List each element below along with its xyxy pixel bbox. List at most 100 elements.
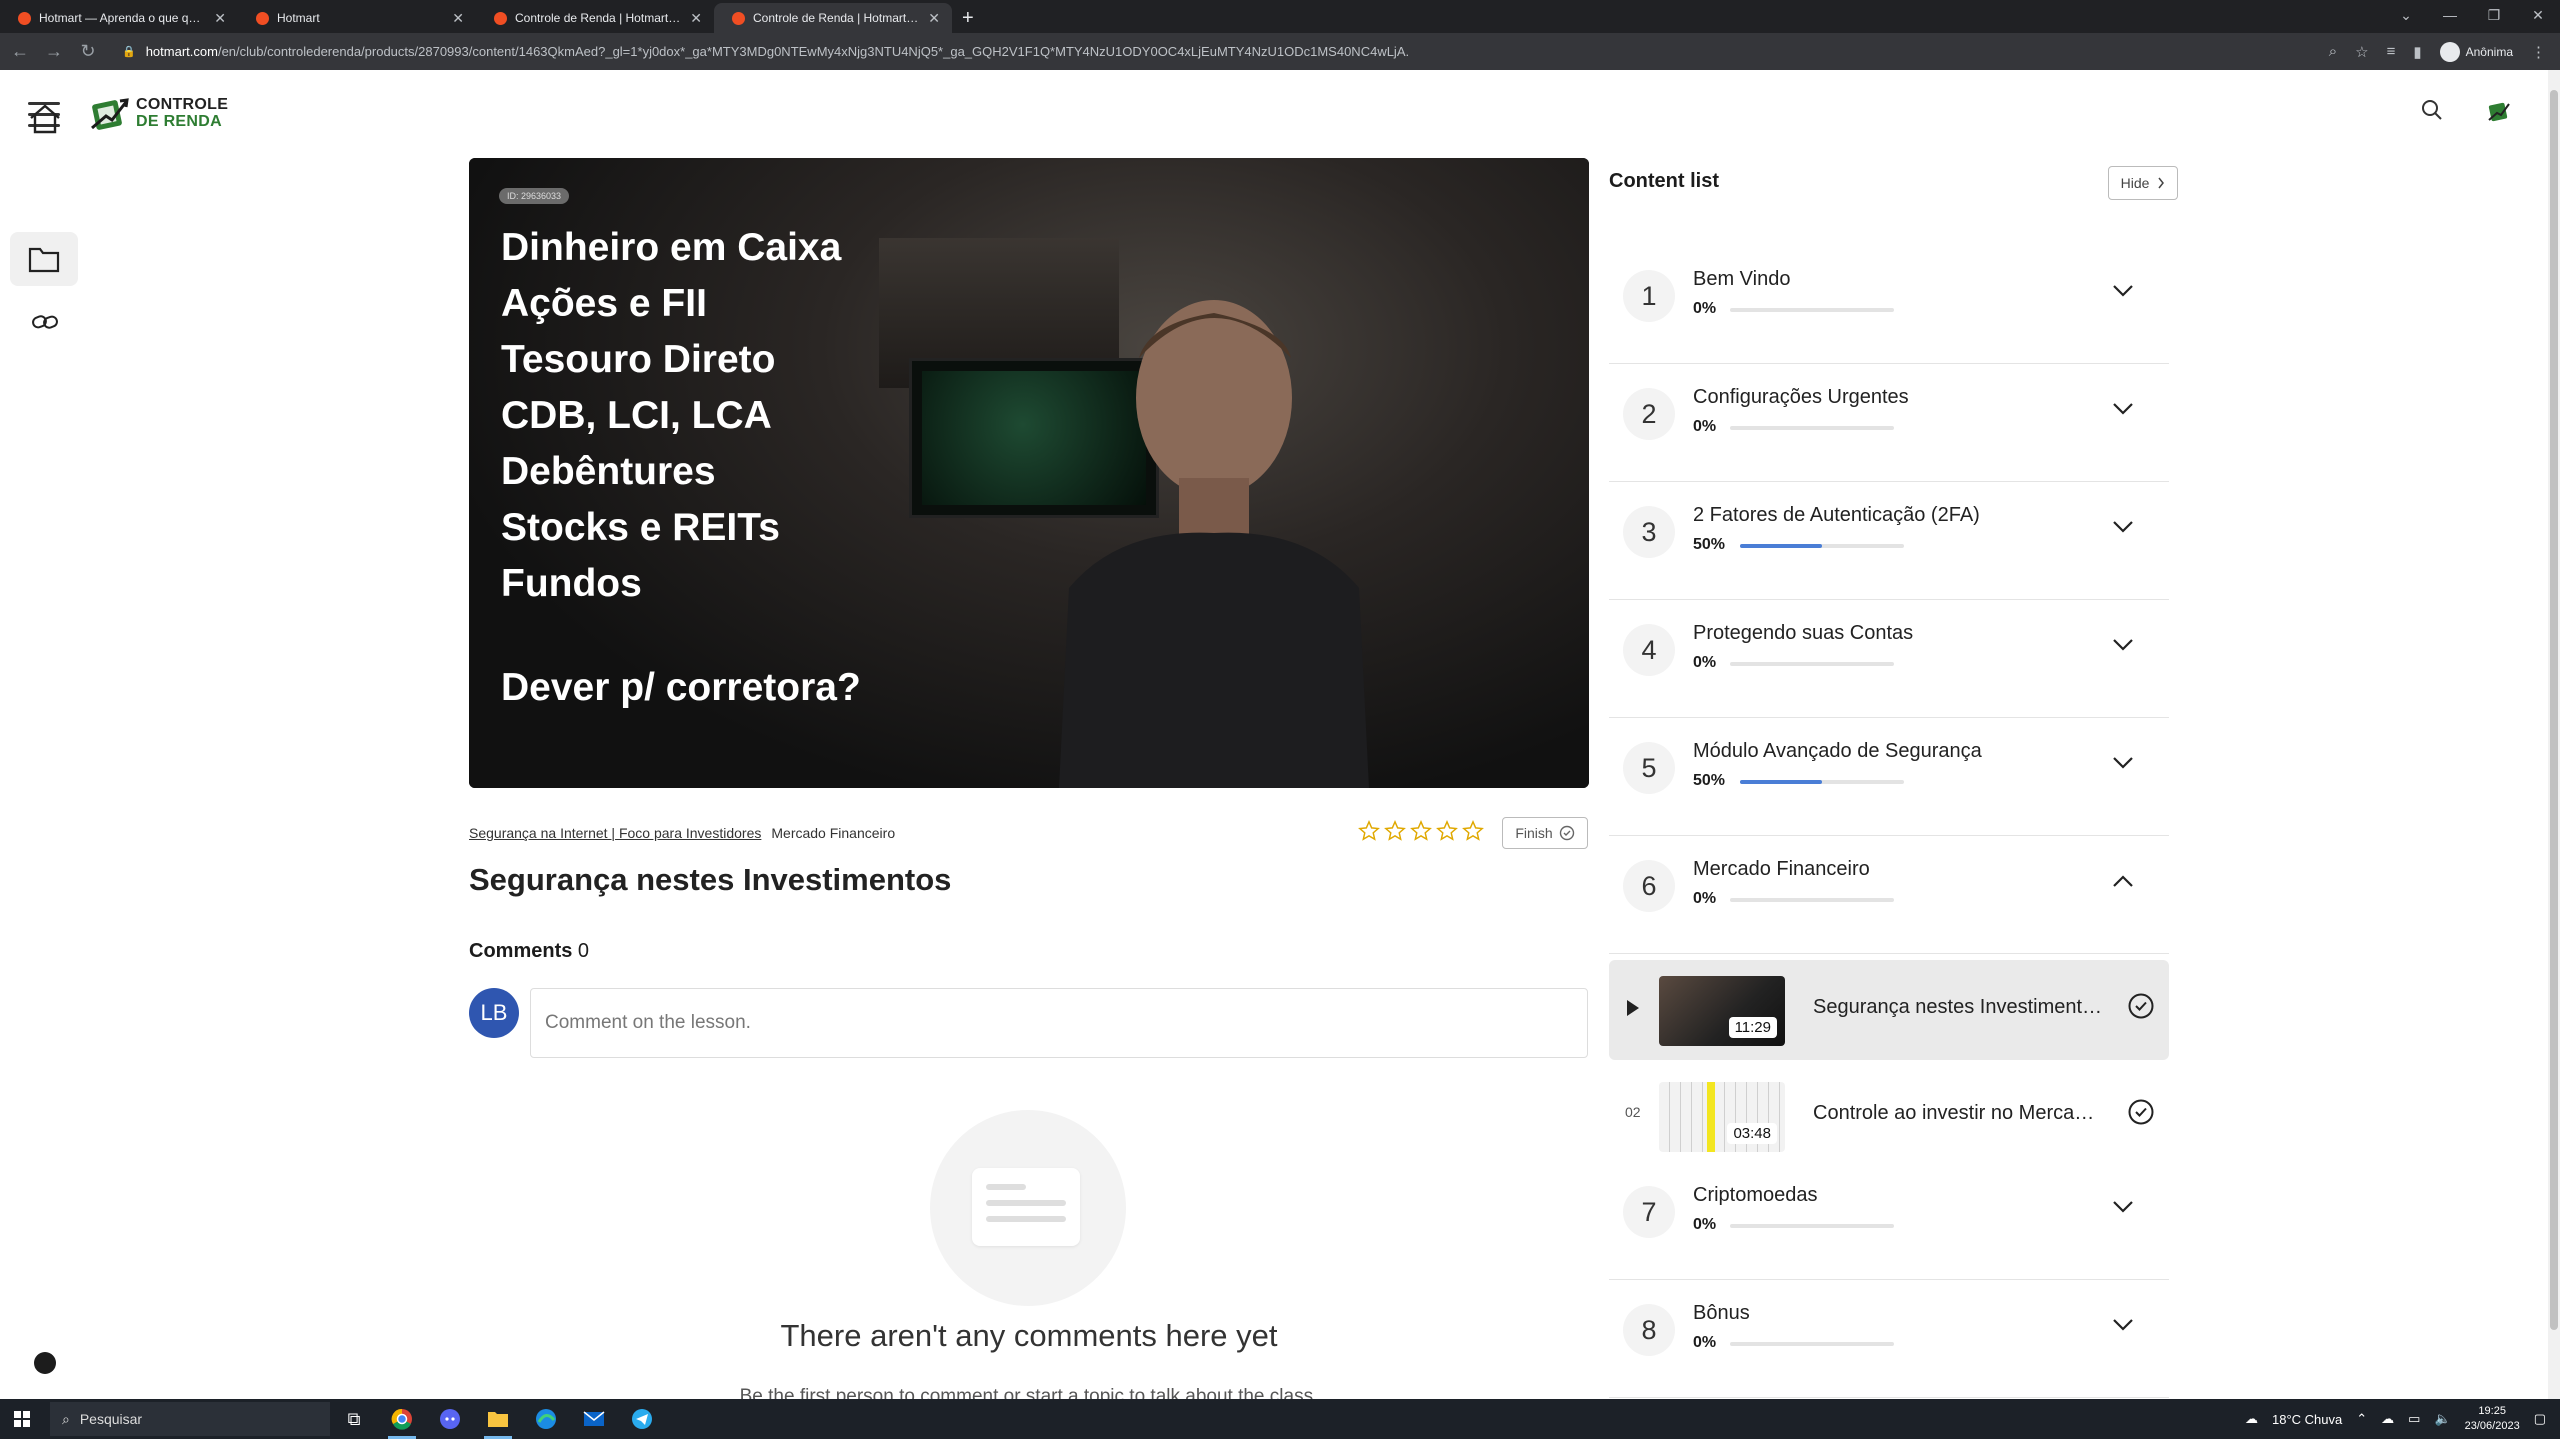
mail-app-icon[interactable] xyxy=(570,1399,618,1439)
restore-icon[interactable]: ❐ xyxy=(2472,0,2516,30)
more-menu-icon[interactable]: ⋮ xyxy=(2531,43,2546,61)
breadcrumb-course-link[interactable]: Segurança na Internet | Foco para Invest… xyxy=(469,825,761,841)
discord-app-icon[interactable] xyxy=(426,1399,474,1439)
empty-comments-illustration xyxy=(930,1110,1126,1306)
zoom-icon[interactable]: ⌕ xyxy=(2329,43,2337,60)
module-title: Configurações Urgentes xyxy=(1693,386,1909,408)
module-item[interactable]: 6 Mercado Financeiro 0% xyxy=(1609,836,2169,954)
comments-count: 0 xyxy=(577,940,590,962)
browser-tab[interactable]: Hotmart — Aprenda o que quise ✕ xyxy=(0,3,238,33)
tray-chevron-up-icon[interactable]: ⌃ xyxy=(2356,1411,2367,1427)
module-item[interactable]: 1 Bem Vindo 0% xyxy=(1609,246,2169,364)
module-progress-label: 0% xyxy=(1693,890,1717,907)
bookmark-star-icon[interactable]: ☆ xyxy=(2355,43,2368,61)
module-item[interactable]: 3 2 Fatores de Autenticação (2FA) 50% xyxy=(1609,482,2169,600)
scrollbar-thumb[interactable] xyxy=(2550,90,2558,1330)
comment-input[interactable] xyxy=(530,988,1588,1058)
star-icon[interactable] xyxy=(1358,820,1380,842)
user-avatar[interactable] xyxy=(2486,98,2512,124)
browser-tab[interactable]: Controle de Renda | Hotmart Clu ✕ xyxy=(476,3,714,33)
lesson-duration: 03:48 xyxy=(1727,1123,1777,1144)
chevron-down-icon[interactable] xyxy=(2112,520,2134,534)
module-item[interactable]: 5 Módulo Avançado de Segurança 50% xyxy=(1609,718,2169,836)
network-icon[interactable]: ▭ xyxy=(2408,1411,2420,1427)
hide-content-list-button[interactable]: Hide xyxy=(2108,166,2178,200)
lesson-item[interactable]: 11:29 Segurança nestes Investimentos xyxy=(1609,960,2169,1060)
reading-list-icon[interactable]: ≡ xyxy=(2387,43,2396,60)
chevron-down-icon[interactable] xyxy=(2112,1200,2134,1214)
finish-button[interactable]: Finish xyxy=(1502,817,1588,849)
minimize-icon[interactable]: — xyxy=(2428,0,2472,30)
sidebar-links[interactable] xyxy=(24,301,66,343)
empty-comments-subtitle: Be the first person to comment or start … xyxy=(739,1386,1319,1399)
weather-text[interactable]: 18°C Chuva xyxy=(2272,1412,2342,1427)
task-view-icon[interactable]: ⧉ xyxy=(330,1399,378,1439)
video-id-badge: ID: 29636033 xyxy=(499,188,570,204)
module-item[interactable]: 8 Bônus 0% xyxy=(1609,1280,2169,1398)
brand-logo[interactable]: CONTROLE DE RENDA xyxy=(88,92,228,134)
windows-start-icon[interactable] xyxy=(0,1411,44,1427)
chevron-down-icon[interactable] xyxy=(2112,402,2134,416)
back-arrow-icon[interactable]: ← xyxy=(6,41,34,62)
logo-text: CONTROLE DE RENDA xyxy=(136,96,229,130)
page-scrollbar[interactable] xyxy=(2548,70,2560,1399)
notifications-icon[interactable]: ▢ xyxy=(2534,1411,2546,1427)
browser-tab[interactable]: Hotmart ✕ xyxy=(238,3,476,33)
forward-arrow-icon[interactable]: → xyxy=(40,41,68,62)
hotmart-favicon-icon xyxy=(732,11,745,25)
search-icon[interactable] xyxy=(2420,98,2444,122)
rating-stars[interactable] xyxy=(1358,820,1484,842)
taskbar-search[interactable]: ⌕ Pesquisar xyxy=(50,1402,330,1436)
taskbar-clock[interactable]: 19:25 23/06/2023 xyxy=(2465,1404,2520,1434)
hotmart-flame-icon[interactable] xyxy=(34,1352,56,1374)
chrome-app-icon[interactable] xyxy=(378,1399,426,1439)
check-circle-icon[interactable] xyxy=(2127,992,2155,1020)
empty-comments-title: There aren't any comments here yet xyxy=(780,1318,1278,1353)
star-icon[interactable] xyxy=(1436,820,1458,842)
chevron-down-icon[interactable] xyxy=(2112,638,2134,652)
close-window-icon[interactable]: ✕ xyxy=(2516,0,2560,30)
module-number: 1 xyxy=(1623,270,1675,322)
volume-icon[interactable]: 🔈 xyxy=(2434,1411,2450,1427)
new-tab-icon[interactable]: + xyxy=(962,3,974,33)
module-item[interactable]: 4 Protegendo suas Contas 0% xyxy=(1609,600,2169,718)
module-item[interactable]: 7 Criptomoedas 0% xyxy=(1609,1162,2169,1280)
chevron-down-icon[interactable]: ⌄ xyxy=(2384,0,2428,30)
sidebar-home[interactable] xyxy=(24,98,66,140)
chevron-up-icon[interactable] xyxy=(2112,874,2134,888)
lesson-item[interactable]: 02 03:48 Controle ao investir no Mercado F… xyxy=(1609,1066,2169,1166)
avatar: LB xyxy=(469,988,519,1038)
module-number: 6 xyxy=(1623,860,1675,912)
module-title: Módulo Avançado de Segurança xyxy=(1693,740,1982,762)
star-icon[interactable] xyxy=(1384,820,1406,842)
home-icon xyxy=(30,104,60,134)
close-tab-icon[interactable]: ✕ xyxy=(452,10,464,27)
reload-icon[interactable]: ↻ xyxy=(74,41,102,62)
close-tab-icon[interactable]: ✕ xyxy=(928,10,940,27)
address-bar[interactable]: 🔒 hotmart.com/en/club/controlederenda/pr… xyxy=(122,44,2272,59)
browser-tab-active[interactable]: Controle de Renda | Hotmart Clu ✕ xyxy=(714,3,952,33)
sidebar-contents[interactable] xyxy=(10,232,78,286)
chevron-down-icon[interactable] xyxy=(2112,1318,2134,1332)
onedrive-icon[interactable]: ☁ xyxy=(2381,1411,2394,1427)
controle-de-renda-logo-icon xyxy=(91,98,129,130)
close-tab-icon[interactable]: ✕ xyxy=(690,10,702,27)
close-tab-icon[interactable]: ✕ xyxy=(214,10,226,27)
video-overlay-question: Dever p/ corretora? xyxy=(501,666,861,709)
module-progress-bar xyxy=(1730,308,1894,312)
side-panel-icon[interactable]: ▮ xyxy=(2413,43,2421,61)
chevron-down-icon[interactable] xyxy=(2112,284,2134,298)
system-tray: ☁ 18°C Chuva ⌃ ☁ ▭ 🔈 19:25 23/06/2023 ▢ xyxy=(2245,1404,2546,1434)
check-circle-icon[interactable] xyxy=(2127,1098,2155,1126)
module-progress-bar xyxy=(1730,662,1894,666)
weather-icon: ☁ xyxy=(2245,1411,2258,1426)
video-player[interactable]: ID: 29636033 Dinheiro em Caixa Ações e F… xyxy=(469,158,1589,788)
chevron-down-icon[interactable] xyxy=(2112,756,2134,770)
edge-app-icon[interactable] xyxy=(522,1399,570,1439)
file-explorer-icon[interactable] xyxy=(474,1399,522,1439)
profile-button[interactable]: Anônima xyxy=(2439,41,2513,62)
module-item[interactable]: 2 Configurações Urgentes 0% xyxy=(1609,364,2169,482)
star-icon[interactable] xyxy=(1410,820,1432,842)
star-icon[interactable] xyxy=(1462,820,1484,842)
telegram-app-icon[interactable] xyxy=(618,1399,666,1439)
